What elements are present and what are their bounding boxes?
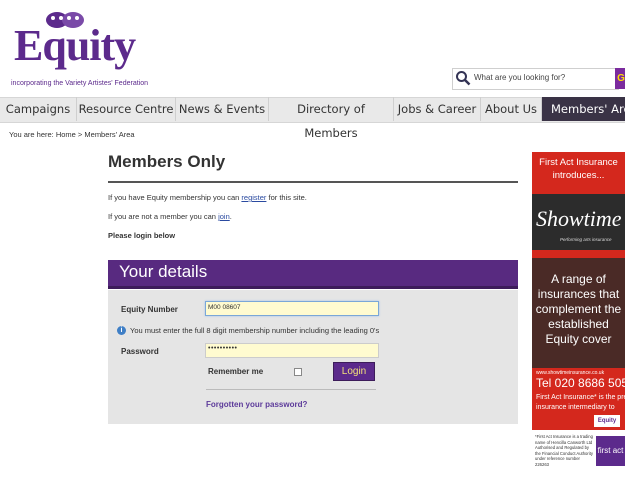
search-go-button[interactable]: G	[615, 68, 625, 89]
join-line: If you are not a member you can join.	[108, 212, 232, 221]
page-title: Members Only	[108, 152, 226, 171]
form-divider	[206, 389, 376, 390]
equity-number-label: Equity Number	[121, 305, 178, 314]
details-title: Your details	[119, 262, 208, 281]
title-divider	[108, 181, 518, 183]
ad-showtime-logo: Showtime	[536, 206, 622, 231]
forgot-password-link[interactable]: Forgotten your password?	[206, 400, 307, 409]
nav-item-directory[interactable]: Directory of Members	[269, 97, 394, 140]
remember-me-label: Remember me	[208, 367, 264, 376]
register-line: If you have Equity membership you can re…	[108, 193, 307, 202]
ad-fine-text: First Act Insurance* is the preferred in…	[536, 394, 625, 411]
equity-number-hint: You must enter the full 8 digit membersh…	[130, 326, 380, 335]
ad-firstact-logo: first act	[596, 436, 625, 466]
ad-equity-logo: Equity	[594, 415, 620, 427]
nav-item-members-area[interactable]: Members' Area	[542, 97, 625, 121]
ad-top-text: First Act Insurance introduces...	[539, 157, 618, 181]
ad-performing-text: Performing arts insurance	[560, 237, 612, 242]
logo[interactable]: Equity	[14, 24, 136, 68]
ad-tel: Tel 020 8686 5050	[536, 376, 625, 390]
register-link[interactable]: register	[241, 193, 266, 202]
nav-item-resource-centre[interactable]: Resource Centre	[77, 97, 176, 121]
ad-legal-text: *First Act Insurance is a trading name o…	[535, 434, 593, 467]
nav-item-about-us[interactable]: About Us	[481, 97, 542, 121]
join-link[interactable]: join	[218, 212, 230, 221]
nav-item-news-events[interactable]: News & Events	[176, 97, 269, 121]
search-placeholder: What are you looking for?	[474, 73, 566, 82]
breadcrumb: You are here: Home > Members' Area	[9, 130, 135, 139]
login-button[interactable]: Login	[333, 362, 375, 381]
tagline: incorporating the Variety Artistes' Fede…	[11, 80, 148, 87]
remember-me-checkbox[interactable]	[294, 368, 302, 376]
nav-item-jobs-career[interactable]: Jobs & Career	[394, 97, 481, 121]
password-value: ••••••••••	[208, 345, 238, 352]
ad-range-text: A range of insurances that complement th…	[535, 272, 622, 346]
login-instruction: Please login below	[108, 231, 176, 240]
nav-item-campaigns[interactable]: Campaigns	[0, 97, 77, 121]
equity-number-value: M00 08607	[208, 304, 241, 311]
search-icon[interactable]	[455, 70, 471, 86]
info-icon: i	[117, 326, 126, 335]
password-label: Password	[121, 347, 159, 356]
